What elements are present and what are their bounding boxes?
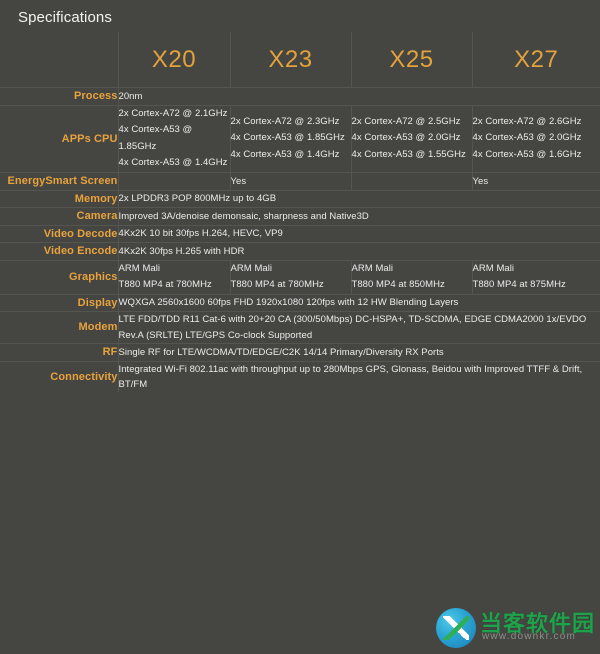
cell-line: T880 MP4 at 875MHz: [472, 279, 566, 291]
row-label-memory: Memory: [0, 189, 118, 208]
cell-line: 4x Cortex-A53 @ 1.85GHz: [230, 132, 345, 144]
cell-line: ARM Mali: [351, 262, 394, 274]
cell-line: ARM Mali: [230, 262, 273, 274]
cell-modem-all: LTE FDD/TDD R11 Cat-6 with 20+20 CA (300…: [117, 311, 600, 344]
cell-energysmart-screen-x20: [117, 172, 230, 190]
row-label-process: Process: [0, 87, 118, 105]
column-header-x25: X25: [350, 32, 472, 88]
table-body: Process 20nm APPs CPU 2x Cortex-A72 @ 2.1GH…: [0, 87, 600, 393]
table-row: APPs CPU 2x Cortex-A72 @ 2.1GHz 4x Cortex-…: [0, 104, 600, 173]
cell-energysmart-screen-x27: Yes: [471, 172, 600, 190]
table-row: Modem LTE FDD/TDD R11 Cat-6 with 20+20 CA…: [0, 311, 600, 344]
cell-apps-cpu-x23: 2x Cortex-A72 @ 2.3GHz 4x Cortex-A53 @ 1.…: [229, 104, 351, 173]
cell-line: 2x Cortex-A72 @ 2.6GHz: [472, 115, 582, 127]
table-row: Connectivity Integrated Wi-Fi 802.11ac wi…: [0, 360, 600, 393]
table-row: Memory 2x LPDDR3 POP 800MHz up to 4GB: [0, 189, 600, 208]
cell-display-all: WQXGA 2560x1600 60fps FHD 1920x1080 120f…: [117, 293, 600, 312]
cell-rf-all: Single RF for LTE/WCDMA/TD/EDGE/C2K 14/1…: [117, 343, 600, 361]
row-label-apps-cpu: APPs CPU: [0, 104, 118, 173]
cell-line: 4x Cortex-A53 @ 1.6GHz: [472, 149, 582, 161]
table-row: Graphics ARM Mali T880 MP4 at 780MHz ARM Ma…: [0, 259, 600, 295]
table-header: X20 X23 X25 X27: [0, 32, 600, 88]
page-title: Specifications: [18, 9, 112, 26]
specifications-table: X20 X23 X25 X27 Process 20nm APPs CPU 2x Co…: [0, 32, 600, 393]
cell-graphics-x20: ARM Mali T880 MP4 at 780MHz: [117, 259, 230, 295]
column-header-x20: X20: [117, 32, 230, 88]
cell-line: ARM Mali: [118, 262, 161, 274]
cell-process-all: 20nm: [117, 87, 600, 105]
row-label-display: Display: [0, 293, 118, 312]
table-row: Display WQXGA 2560x1600 60fps FHD 1920x10…: [0, 293, 600, 312]
cell-graphics-x25: ARM Mali T880 MP4 at 850MHz: [350, 259, 472, 295]
table-row: Video Decode 4Kx2K 10 bit 30fps H.264, HE…: [0, 224, 600, 243]
cell-line: 2x Cortex-A72 @ 2.5GHz: [351, 115, 461, 127]
column-header-x27: X27: [471, 32, 600, 88]
cell-energysmart-screen-x25: [350, 172, 472, 190]
row-label-video-encode: Video Encode: [0, 242, 118, 260]
cell-connectivity-all: Integrated Wi-Fi 802.11ac with throughpu…: [117, 360, 600, 393]
cell-video-encode-all: 4Kx2K 30fps H.265 with HDR: [117, 242, 600, 260]
cell-line: 4x Cortex-A53 @ 1.85GHz: [118, 124, 193, 152]
cell-line: T880 MP4 at 850MHz: [351, 279, 445, 291]
cell-graphics-x27: ARM Mali T880 MP4 at 875MHz: [471, 259, 600, 295]
cell-line: 4x Cortex-A53 @ 1.4GHz: [230, 149, 340, 161]
table-row: EnergySmart Screen Yes Yes: [0, 172, 600, 190]
cell-apps-cpu-x25: 2x Cortex-A72 @ 2.5GHz 4x Cortex-A53 @ 2.…: [350, 104, 472, 173]
cell-line: T880 MP4 at 780MHz: [230, 279, 324, 291]
row-label-rf: RF: [0, 343, 118, 361]
watermark-url: www.downkr.com: [482, 631, 577, 642]
row-label-video-decode: Video Decode: [0, 224, 118, 243]
row-label-graphics: Graphics: [0, 259, 118, 295]
cell-line: 4x Cortex-A53 @ 1.55GHz: [351, 149, 466, 161]
cell-apps-cpu-x20: 2x Cortex-A72 @ 2.1GHz 4x Cortex-A53 @ 1.…: [117, 104, 230, 173]
row-label-energysmart-screen: EnergySmart Screen: [0, 172, 118, 190]
cell-energysmart-screen-x23: Yes: [229, 172, 351, 190]
table-corner-cell: [0, 32, 118, 88]
cell-apps-cpu-x27: 2x Cortex-A72 @ 2.6GHz 4x Cortex-A53 @ 2.…: [471, 104, 600, 173]
cell-line: T880 MP4 at 780MHz: [118, 279, 212, 291]
table-header-row: X20 X23 X25 X27: [0, 32, 600, 88]
row-label-camera: Camera: [0, 207, 118, 225]
cell-line: 4x Cortex-A53 @ 2.0GHz: [351, 132, 461, 144]
cell-memory-all: 2x LPDDR3 POP 800MHz up to 4GB: [117, 189, 600, 208]
column-header-x23: X23: [229, 32, 351, 88]
site-watermark: 当客软件园 www.downkr.com: [436, 604, 596, 650]
cell-line: 4x Cortex-A53 @ 2.0GHz: [472, 132, 582, 144]
table-row: RF Single RF for LTE/WCDMA/TD/EDGE/C2K 14…: [0, 343, 600, 361]
cell-line: 4x Cortex-A53 @ 1.4GHz: [118, 157, 228, 169]
cell-camera-all: Improved 3A/denoise demonsaic, sharpness…: [117, 207, 600, 225]
row-label-modem: Modem: [0, 311, 118, 344]
row-label-connectivity: Connectivity: [0, 360, 118, 393]
cell-line: ARM Mali: [472, 262, 515, 274]
cell-graphics-x23: ARM Mali T880 MP4 at 780MHz: [229, 259, 351, 295]
cell-video-decode-all: 4Kx2K 10 bit 30fps H.264, HEVC, VP9: [117, 224, 600, 243]
table-row: Video Encode 4Kx2K 30fps H.265 with HDR: [0, 242, 600, 260]
cell-line: 2x Cortex-A72 @ 2.1GHz: [118, 107, 228, 119]
table-row: Camera Improved 3A/denoise demonsaic, sha…: [0, 207, 600, 225]
table-row: Process 20nm: [0, 87, 600, 105]
downkr-logo-icon: [436, 608, 476, 648]
cell-line: 2x Cortex-A72 @ 2.3GHz: [230, 115, 340, 127]
watermark-brand: 当客软件园: [480, 612, 596, 637]
